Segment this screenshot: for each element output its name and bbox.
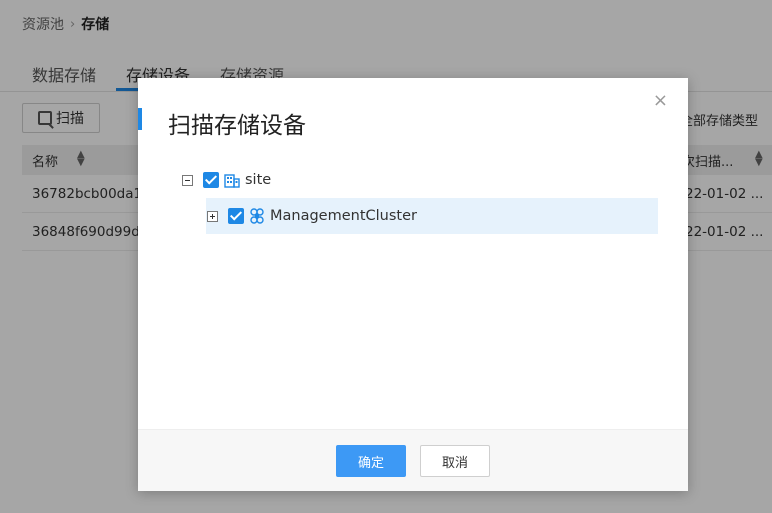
- building-icon: [223, 171, 241, 189]
- site-checkbox[interactable]: [203, 172, 219, 188]
- expand-icon[interactable]: [207, 210, 218, 222]
- tree-node-label: ManagementCluster: [270, 208, 417, 224]
- cluster-icon: [248, 207, 266, 225]
- close-icon[interactable]: ×: [653, 92, 668, 110]
- collapse-icon[interactable]: [182, 174, 193, 186]
- tree-node-label: site: [245, 172, 272, 188]
- tree-node-site[interactable]: site: [182, 162, 658, 198]
- cluster-checkbox[interactable]: [228, 208, 244, 224]
- confirm-button[interactable]: 确定: [336, 445, 406, 477]
- title-accent-bar: [138, 108, 142, 130]
- dialog-title: 扫描存储设备: [168, 113, 306, 139]
- cancel-button[interactable]: 取消: [420, 445, 490, 477]
- scan-storage-dialog: 扫描存储设备 × site ManagementCluster 确定 取消: [138, 78, 688, 491]
- tree-node-management-cluster[interactable]: ManagementCluster: [206, 198, 658, 234]
- dialog-footer: 确定 取消: [138, 429, 688, 491]
